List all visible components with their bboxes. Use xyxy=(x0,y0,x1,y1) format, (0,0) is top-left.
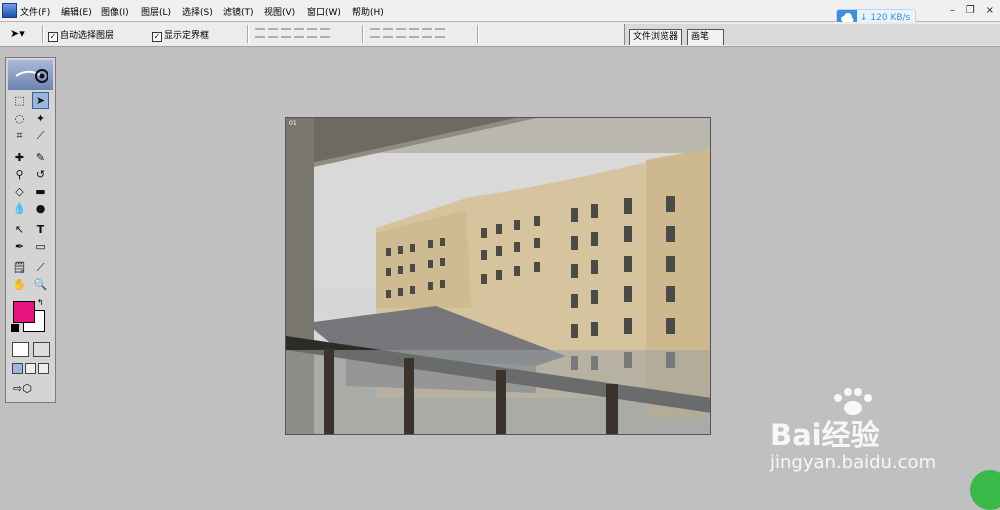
jump-to-imageready-icon[interactable]: ⇨⬡ xyxy=(13,382,47,396)
swap-colors-icon[interactable]: ↰ xyxy=(37,298,44,307)
align-left-icon[interactable] xyxy=(294,28,304,38)
healing-brush-tool-icon[interactable]: ✚ xyxy=(11,149,28,166)
photoshop-app-icon[interactable] xyxy=(2,3,17,18)
distribute-vcenter-icon[interactable] xyxy=(383,28,393,38)
toolbox-header[interactable] xyxy=(8,60,53,90)
blur-tool-icon[interactable]: 💧 xyxy=(11,200,28,217)
window-controls: – ❐ × xyxy=(942,5,994,16)
zoom-tool-icon[interactable]: 🔍 xyxy=(32,276,49,293)
auto-select-label: 自动选择图层 xyxy=(60,31,115,41)
gradient-tool-icon[interactable]: ▬ xyxy=(32,183,49,200)
hand-tool-icon[interactable]: ✋ xyxy=(11,276,28,293)
align-top-icon[interactable] xyxy=(255,28,265,38)
screen-mode-menu-icon[interactable] xyxy=(25,363,36,374)
distribute-right-icon[interactable] xyxy=(435,28,445,38)
crop-tool-icon[interactable]: ⌗ xyxy=(11,127,28,144)
eraser-tool-icon[interactable]: ◇ xyxy=(11,183,28,200)
watermark-brand: Bai经验 xyxy=(770,418,880,452)
distribute-buttons-group xyxy=(370,28,448,40)
magic-wand-tool-icon[interactable]: ✦ xyxy=(32,110,49,127)
slice-tool-icon[interactable]: ⟋ xyxy=(32,127,49,144)
distribute-hcenter-icon[interactable] xyxy=(422,28,432,38)
auto-select-checkbox[interactable]: ✓ xyxy=(48,32,58,42)
toolbox-panel: ⬚ ➤ ◌ ✦ ⌗ ⟋ ✚ ✎ ⚲ ↺ ◇ ▬ 💧 ● ↖ T ✒ ▭ 🗒 ⟋ … xyxy=(5,57,56,403)
palette-well: 文件浏览器 画笔 xyxy=(624,24,1000,45)
menu-view[interactable]: 视图(V) xyxy=(264,5,295,18)
move-tool-icon[interactable]: ➤ xyxy=(32,92,49,109)
path-select-tool-icon[interactable]: ↖ xyxy=(11,221,28,238)
shape-tool-icon[interactable]: ▭ xyxy=(32,238,49,255)
dodge-tool-icon[interactable]: ● xyxy=(32,200,49,217)
history-brush-tool-icon[interactable]: ↺ xyxy=(32,166,49,183)
align-vcenter-icon[interactable] xyxy=(268,28,278,38)
show-bounds-label: 显示定界框 xyxy=(164,31,210,41)
menu-layer[interactable]: 图层(L) xyxy=(141,5,171,18)
foreground-color-swatch[interactable] xyxy=(13,301,35,323)
auto-select-layer-option[interactable]: ✓ 自动选择图层 xyxy=(48,28,114,42)
document-window[interactable]: 01 xyxy=(285,117,711,435)
tab-brushes[interactable]: 画笔 xyxy=(687,29,725,45)
tray-indicator xyxy=(970,470,1000,510)
menu-image[interactable]: 图像(I) xyxy=(101,5,129,18)
show-bounds-option[interactable]: ✓ 显示定界框 xyxy=(152,28,209,42)
screen-mode-standard-icon[interactable] xyxy=(12,363,23,374)
align-hcenter-icon[interactable] xyxy=(307,28,317,38)
document-zoom-label: 01 xyxy=(289,120,297,127)
screen-mode-full-icon[interactable] xyxy=(38,363,49,374)
brush-tool-icon[interactable]: ✎ xyxy=(32,149,49,166)
standard-mode-icon[interactable] xyxy=(12,342,29,357)
tab-file-browser[interactable]: 文件浏览器 xyxy=(629,29,683,45)
marquee-tool-icon[interactable]: ⬚ xyxy=(11,92,28,109)
type-tool-icon[interactable]: T xyxy=(32,221,49,238)
lasso-tool-icon[interactable]: ◌ xyxy=(11,110,28,127)
menu-edit[interactable]: 编辑(E) xyxy=(61,5,92,18)
feather-eye-icon xyxy=(15,69,48,83)
distribute-bottom-icon[interactable] xyxy=(396,28,406,38)
clone-stamp-tool-icon[interactable]: ⚲ xyxy=(11,166,28,183)
align-bottom-icon[interactable] xyxy=(281,28,291,38)
menu-filter[interactable]: 滤镜(T) xyxy=(223,5,254,18)
balcony-building-photo xyxy=(286,118,710,434)
align-buttons-group xyxy=(255,28,333,40)
quick-mask-mode-icon[interactable] xyxy=(33,342,50,357)
distribute-left-icon[interactable] xyxy=(409,28,419,38)
menu-select[interactable]: 选择(S) xyxy=(182,5,213,18)
distribute-top-icon[interactable] xyxy=(370,28,380,38)
restore-button[interactable]: ❐ xyxy=(966,5,975,16)
move-tool-preset-icon[interactable]: ➤▾ xyxy=(10,27,25,40)
align-right-icon[interactable] xyxy=(320,28,330,38)
eyedropper-tool-icon[interactable]: ⟋ xyxy=(32,259,49,276)
minimize-button[interactable]: – xyxy=(950,5,955,16)
menu-window[interactable]: 窗口(W) xyxy=(307,5,341,18)
menu-help[interactable]: 帮助(H) xyxy=(352,5,384,18)
notes-tool-icon[interactable]: 🗒 xyxy=(11,259,28,276)
default-colors-icon[interactable] xyxy=(11,324,19,332)
baidu-jingyan-watermark: Bai经验 jingyan.baidu.com xyxy=(770,388,980,478)
close-button[interactable]: × xyxy=(986,5,994,16)
show-bounds-checkbox[interactable]: ✓ xyxy=(152,32,162,42)
menu-file[interactable]: 文件(F) xyxy=(20,5,50,18)
watermark-url: jingyan.baidu.com xyxy=(770,452,937,473)
pen-tool-icon[interactable]: ✒ xyxy=(11,238,28,255)
